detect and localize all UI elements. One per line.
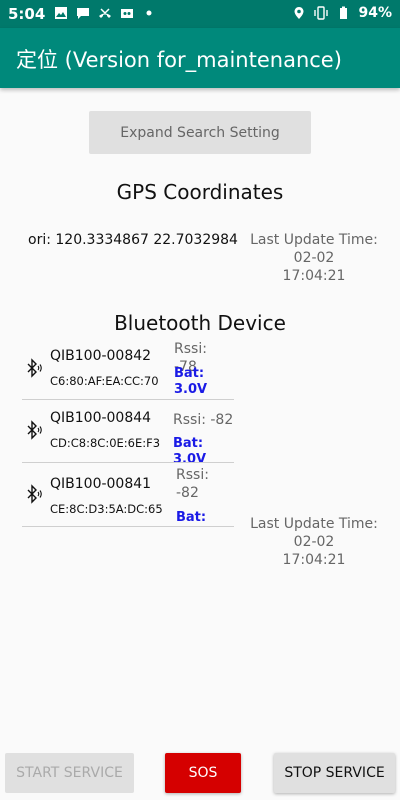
missed-call-icon xyxy=(99,8,111,18)
status-bar: 5:04 94% xyxy=(0,0,400,28)
device-battery-label: Bat: xyxy=(174,366,205,381)
device-battery-value: 3.0V xyxy=(174,382,208,397)
bluetooth-signal-icon xyxy=(27,358,42,378)
notification-icons xyxy=(54,6,156,20)
app-bar: 定位 (Version for_maintenance) xyxy=(0,28,400,88)
gps-last-update-date: 02-02 xyxy=(293,250,335,266)
bluetooth-last-update-time: 17:04:21 xyxy=(282,552,346,568)
sos-button[interactable]: SOS xyxy=(165,753,241,793)
gps-last-update: Last Update Time: 02-02 17:04:21 xyxy=(248,231,380,285)
bluetooth-last-update-date: 02-02 xyxy=(293,534,335,550)
image-icon xyxy=(55,7,67,19)
device-mac: C6:80:AF:EA:CC:70 xyxy=(50,374,159,388)
device-rssi-label: Rssi: xyxy=(176,467,209,483)
device-divider xyxy=(22,399,234,400)
start-service-button[interactable]: START SERVICE xyxy=(5,753,134,793)
bluetooth-last-update-label: Last Update Time: xyxy=(250,516,378,532)
expand-search-setting-button[interactable]: Expand Search Setting xyxy=(89,111,311,154)
device-battery: Bat: xyxy=(176,510,206,526)
battery-percent: 94% xyxy=(358,5,392,21)
device-rssi: Rssi: -82 xyxy=(176,466,209,502)
stop-service-button[interactable]: STOP SERVICE xyxy=(274,753,395,793)
chat-icon xyxy=(77,8,89,19)
system-icons: 94% xyxy=(292,5,392,21)
bluetooth-signal-icon xyxy=(27,484,42,504)
bluetooth-section-title: Bluetooth Device xyxy=(114,311,286,335)
dot-icon xyxy=(146,10,152,16)
bluetooth-device-item[interactable]: QIB100-00844 CD:C8:8C:0E:6E:F3 Rssi: -82… xyxy=(22,402,234,467)
bluetooth-device-item[interactable]: QIB100-00842 C6:80:AF:EA:CC:70 Rssi: -78… xyxy=(22,340,234,398)
device-battery-label: Bat: xyxy=(173,436,204,451)
device-rssi-value: -82 xyxy=(176,485,199,501)
device-mac: CE:8C:D3:5A:DC:65 xyxy=(50,502,163,516)
device-rssi: Rssi: -82 xyxy=(173,412,234,428)
device-name: QIB100-00841 xyxy=(50,476,152,492)
device-divider xyxy=(22,462,234,463)
device-name: QIB100-00842 xyxy=(50,348,152,364)
bluetooth-signal-icon xyxy=(27,420,42,440)
app-title: 定位 (Version for_maintenance) xyxy=(16,48,342,72)
gps-last-update-time: 17:04:21 xyxy=(282,268,346,284)
voicemail-icon xyxy=(121,9,133,18)
location-icon xyxy=(294,7,304,19)
device-name: QIB100-00844 xyxy=(50,410,152,426)
device-battery: Bat: 3.0V xyxy=(174,366,207,398)
device-divider xyxy=(22,526,234,527)
gps-last-update-label: Last Update Time: xyxy=(250,232,378,248)
battery-icon xyxy=(340,6,348,19)
bluetooth-last-update: Last Update Time: 02-02 17:04:21 xyxy=(248,515,380,569)
device-mac: CD:C8:8C:0E:6E:F3 xyxy=(50,436,161,450)
bluetooth-device-item[interactable]: QIB100-00841 CE:8C:D3:5A:DC:65 Rssi: -82… xyxy=(22,464,234,526)
gps-coordinates-value: ori: 120.3334867 22.7032984 xyxy=(28,232,238,248)
device-battery-label: Bat: xyxy=(176,510,207,525)
gps-section-title: GPS Coordinates xyxy=(116,180,284,204)
status-time: 5:04 xyxy=(8,5,46,23)
vibrate-icon xyxy=(314,6,329,20)
